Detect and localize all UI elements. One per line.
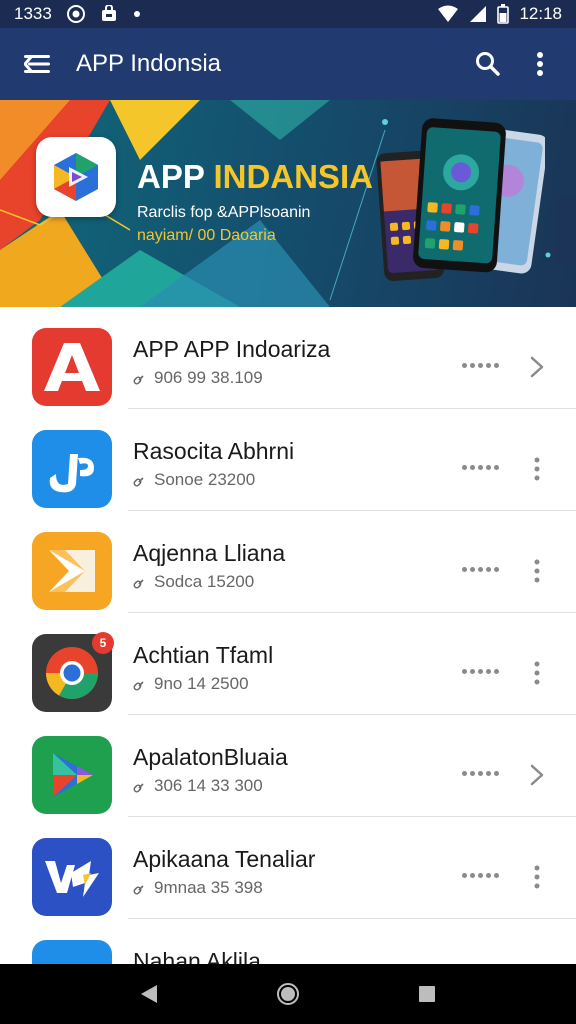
rating-dots-icon [462, 359, 506, 371]
status-time-left: 1333 [14, 4, 52, 23]
menu-button[interactable] [0, 28, 76, 100]
more-vert-icon [534, 457, 540, 481]
link-icon [133, 477, 144, 487]
app-subtitle: Sonoe 23200 [133, 470, 255, 490]
search-button[interactable] [462, 28, 514, 100]
rating-dots-icon [462, 563, 506, 575]
notification-badge: 5 [92, 632, 114, 654]
more-options-button[interactable] [520, 449, 554, 489]
app-icon-tile [32, 328, 112, 406]
system-nav-bar [0, 964, 576, 1024]
jp-logo-icon [49, 454, 94, 493]
app-subtitle: 906 99 38.109 [133, 368, 263, 388]
link-icon [133, 579, 144, 589]
app-list: APP APP Indoariza 906 99 38.109 Rasocita… [0, 307, 576, 964]
wifi-icon [437, 5, 459, 23]
link-icon [133, 783, 144, 793]
app-subtitle: 9no 14 2500 [133, 674, 249, 694]
recents-button[interactable] [397, 964, 457, 1024]
list-item[interactable]: Rasocita Abhrni Sonoe 23200 [0, 409, 576, 511]
more-options-button[interactable] [514, 28, 566, 100]
notification-dot-icon [132, 9, 142, 19]
status-bar: 1333 12:18 [0, 0, 576, 28]
chevron-right-icon [530, 764, 544, 786]
app-title: APP APP Indoariza [133, 336, 331, 362]
banner-title: APP INDANSIA [137, 158, 373, 195]
chevron-right-icon [530, 356, 544, 378]
app-subtitle: 9mnaa 35 398 [133, 878, 263, 898]
app-title: ApalatonBluaia [133, 744, 288, 770]
more-vert-icon [534, 865, 540, 889]
rating-dots-icon [462, 665, 506, 677]
app-title: Achtian Tfaml [133, 642, 274, 668]
app-title: Apikaana Tenaliar [133, 846, 316, 872]
chrome-like-icon [46, 647, 98, 699]
search-icon [476, 52, 500, 76]
app-title: Aqjenna Lliana [133, 540, 286, 566]
banner-subtitle-line2: nayiam/ 00 Daoaria [137, 227, 276, 244]
list-item[interactable]: APP APP Indoariza 906 99 38.109 [0, 307, 576, 409]
rating-dots-icon [462, 869, 506, 881]
more-vert-icon [534, 559, 540, 583]
list-item[interactable]: ApalatonBluaia 306 14 33 300 [0, 715, 576, 817]
list-item[interactable]: Nahan Aklila [0, 919, 576, 964]
app-title: Nahan Aklila [133, 948, 261, 964]
app-icon-tile [32, 940, 112, 964]
home-icon [276, 983, 299, 1005]
page-title: APP Indonsia [76, 50, 221, 77]
banner-subtitle-line1: Rarclis fop &APPlsoanin [137, 204, 311, 221]
status-time-right: 12:18 [519, 4, 562, 23]
link-icon [133, 375, 144, 385]
back-icon [141, 985, 158, 1003]
whatsapp-icon [66, 4, 86, 24]
app-subtitle: Sodca 15200 [133, 572, 254, 592]
recents-icon [418, 986, 435, 1002]
more-options-button[interactable] [520, 857, 554, 897]
more-vert-icon [534, 661, 540, 685]
home-button[interactable] [258, 964, 318, 1024]
open-button[interactable] [520, 347, 554, 387]
back-button[interactable] [119, 964, 179, 1024]
link-icon [133, 681, 144, 691]
link-icon [133, 885, 144, 895]
rating-dots-icon [462, 767, 506, 779]
app-icon-tile [32, 532, 112, 610]
more-vert-icon [537, 52, 543, 76]
wp-logo-icon [45, 861, 99, 897]
app-subtitle: 306 14 33 300 [133, 776, 263, 796]
app-icon-tile [32, 430, 112, 508]
menu-icon [24, 55, 50, 73]
more-options-button[interactable] [520, 551, 554, 591]
app-icon-tile [32, 838, 112, 916]
promo-banner[interactable]: APP INDANSIA Rarclis fop &APPlsoanin nay… [0, 100, 576, 307]
shop-icon [100, 5, 118, 23]
partial-app-icon [44, 954, 100, 964]
open-button[interactable] [520, 755, 554, 795]
more-options-button[interactable] [520, 653, 554, 693]
rating-dots-icon [462, 461, 506, 473]
play-tile-icon [49, 550, 95, 592]
app-bar: APP Indonsia [0, 28, 576, 100]
app-icon-tile [32, 736, 112, 814]
app-icon-tile: 5 [32, 632, 114, 712]
list-item[interactable]: Apikaana Tenaliar 9mnaa 35 398 [0, 817, 576, 919]
battery-icon [497, 4, 510, 24]
list-item[interactable]: 5 Achtian Tfaml 9no 14 2500 [0, 613, 576, 715]
app-title: Rasocita Abhrni [133, 438, 295, 464]
list-item[interactable]: Aqjenna Lliana Sodca 15200 [0, 511, 576, 613]
signal-icon [469, 5, 487, 23]
play-hexagon-logo-icon [54, 153, 98, 201]
a-logo-icon [44, 343, 100, 391]
banner-app-logo [36, 137, 116, 217]
phones-illustration [376, 118, 545, 281]
play-store-icon [53, 753, 93, 797]
